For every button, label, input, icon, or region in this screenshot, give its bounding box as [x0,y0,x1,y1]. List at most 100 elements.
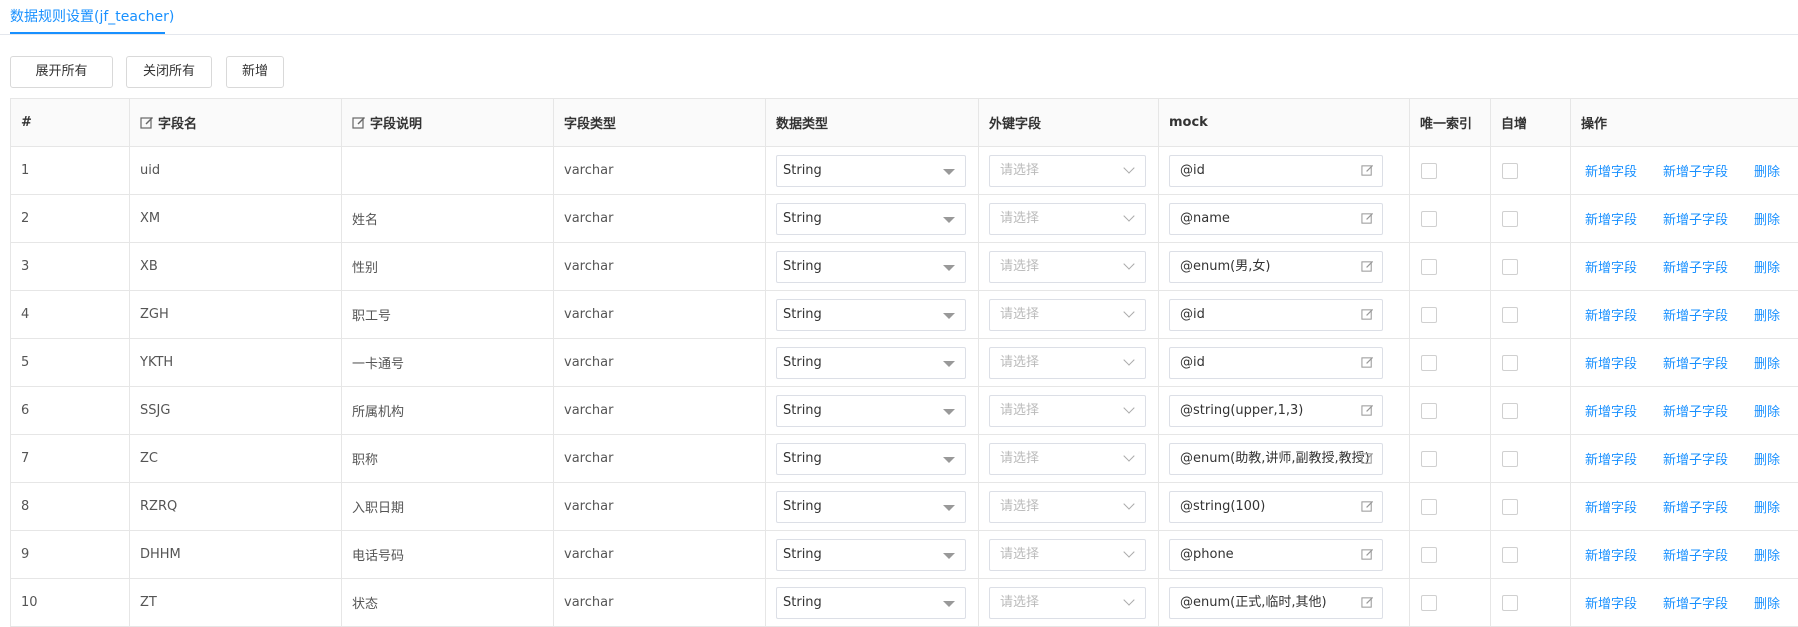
mock-input[interactable]: @name [1169,202,1383,235]
field-name-cell[interactable]: SSJG [130,387,342,434]
data-type-select[interactable]: String [776,202,966,235]
auto-increment-checkbox[interactable] [1502,306,1518,323]
foreign-key-select[interactable]: 请选择 [989,346,1146,379]
foreign-key-select[interactable]: 请选择 [989,298,1146,331]
field-desc-cell[interactable] [342,147,554,194]
delete-link[interactable]: 删除 [1754,353,1780,372]
add-child-field-link[interactable]: 新增子字段 [1663,593,1728,612]
unique-index-checkbox[interactable] [1421,162,1437,179]
unique-index-checkbox[interactable] [1421,402,1437,419]
mock-input[interactable]: @phone [1169,538,1383,571]
mock-input[interactable]: @enum(助教,讲师,副教授,教授) [1169,442,1383,475]
edit-icon[interactable] [1361,212,1374,225]
foreign-key-select[interactable]: 请选择 [989,394,1146,427]
edit-icon[interactable] [1361,452,1374,465]
unique-index-checkbox[interactable] [1421,498,1437,515]
edit-icon[interactable] [1361,596,1374,609]
edit-icon[interactable] [1361,548,1374,561]
collapse-all-button[interactable]: 关闭所有 [126,56,212,88]
add-child-field-link[interactable]: 新增子字段 [1663,497,1728,516]
delete-link[interactable]: 删除 [1754,257,1780,276]
add-child-field-link[interactable]: 新增子字段 [1663,305,1728,324]
edit-icon[interactable] [1361,260,1374,273]
delete-link[interactable]: 删除 [1754,401,1780,420]
add-field-link[interactable]: 新增字段 [1585,593,1637,612]
foreign-key-select[interactable]: 请选择 [989,202,1146,235]
edit-icon[interactable] [1361,500,1374,513]
delete-link[interactable]: 删除 [1754,593,1780,612]
mock-input[interactable]: @string(100) [1169,490,1383,523]
delete-link[interactable]: 删除 [1754,545,1780,564]
add-child-field-link[interactable]: 新增子字段 [1663,353,1728,372]
data-type-select[interactable]: String [776,394,966,427]
field-name-cell[interactable]: uid [130,147,342,194]
auto-increment-checkbox[interactable] [1502,402,1518,419]
data-type-select[interactable]: String [776,298,966,331]
tab-data-rules[interactable]: 数据规则设置(jf_teacher) [10,6,174,26]
add-field-link[interactable]: 新增字段 [1585,353,1637,372]
field-desc-cell[interactable]: 性别 [342,243,554,290]
foreign-key-select[interactable]: 请选择 [989,442,1146,475]
add-child-field-link[interactable]: 新增子字段 [1663,401,1728,420]
add-field-link[interactable]: 新增字段 [1585,209,1637,228]
mock-input[interactable]: @string(upper,1,3) [1169,394,1383,427]
unique-index-checkbox[interactable] [1421,594,1437,611]
add-child-field-link[interactable]: 新增子字段 [1663,545,1728,564]
foreign-key-select[interactable]: 请选择 [989,490,1146,523]
edit-icon[interactable] [1361,404,1374,417]
field-name-cell[interactable]: ZT [130,579,342,626]
auto-increment-checkbox[interactable] [1502,354,1518,371]
field-name-cell[interactable]: YKTH [130,339,342,386]
delete-link[interactable]: 删除 [1754,305,1780,324]
add-field-link[interactable]: 新增字段 [1585,401,1637,420]
unique-index-checkbox[interactable] [1421,546,1437,563]
field-desc-cell[interactable]: 姓名 [342,195,554,242]
mock-input[interactable]: @id [1169,154,1383,187]
foreign-key-select[interactable]: 请选择 [989,538,1146,571]
field-name-cell[interactable]: ZGH [130,291,342,338]
data-type-select[interactable]: String [776,586,966,619]
unique-index-checkbox[interactable] [1421,258,1437,275]
foreign-key-select[interactable]: 请选择 [989,586,1146,619]
add-field-link[interactable]: 新增字段 [1585,449,1637,468]
add-child-field-link[interactable]: 新增子字段 [1663,161,1728,180]
mock-input[interactable]: @enum(正式,临时,其他) [1169,586,1383,619]
add-field-link[interactable]: 新增字段 [1585,497,1637,516]
field-desc-cell[interactable]: 职工号 [342,291,554,338]
delete-link[interactable]: 删除 [1754,161,1780,180]
add-child-field-link[interactable]: 新增子字段 [1663,209,1728,228]
edit-icon[interactable] [1361,164,1374,177]
delete-link[interactable]: 删除 [1754,209,1780,228]
foreign-key-select[interactable]: 请选择 [989,154,1146,187]
field-desc-cell[interactable]: 电话号码 [342,531,554,578]
mock-input[interactable]: @id [1169,298,1383,331]
auto-increment-checkbox[interactable] [1502,450,1518,467]
unique-index-checkbox[interactable] [1421,450,1437,467]
unique-index-checkbox[interactable] [1421,306,1437,323]
unique-index-checkbox[interactable] [1421,354,1437,371]
auto-increment-checkbox[interactable] [1502,594,1518,611]
field-name-cell[interactable]: RZRQ [130,483,342,530]
expand-all-button[interactable]: 展开所有 [10,56,113,88]
field-desc-cell[interactable]: 一卡通号 [342,339,554,386]
field-desc-cell[interactable]: 职称 [342,435,554,482]
field-name-cell[interactable]: XM [130,195,342,242]
edit-icon[interactable] [1361,356,1374,369]
add-child-field-link[interactable]: 新增子字段 [1663,257,1728,276]
field-name-cell[interactable]: XB [130,243,342,290]
auto-increment-checkbox[interactable] [1502,258,1518,275]
field-desc-cell[interactable]: 入职日期 [342,483,554,530]
mock-input[interactable]: @enum(男,女) [1169,250,1383,283]
data-type-select[interactable]: String [776,250,966,283]
auto-increment-checkbox[interactable] [1502,546,1518,563]
data-type-select[interactable]: String [776,490,966,523]
add-child-field-link[interactable]: 新增子字段 [1663,449,1728,468]
data-type-select[interactable]: String [776,442,966,475]
foreign-key-select[interactable]: 请选择 [989,250,1146,283]
data-type-select[interactable]: String [776,346,966,379]
field-name-cell[interactable]: DHHM [130,531,342,578]
auto-increment-checkbox[interactable] [1502,210,1518,227]
add-field-link[interactable]: 新增字段 [1585,545,1637,564]
auto-increment-checkbox[interactable] [1502,162,1518,179]
add-button[interactable]: 新增 [226,56,284,88]
